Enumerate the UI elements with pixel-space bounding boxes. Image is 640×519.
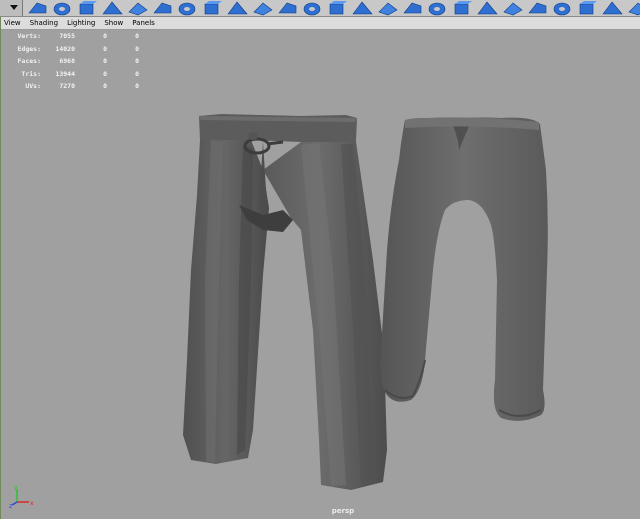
pants-smooth-mesh[interactable] xyxy=(380,117,548,421)
hud-value: 6968 xyxy=(59,57,75,66)
axis-z-label: z xyxy=(9,503,12,508)
hud-value: 0 xyxy=(135,69,139,78)
poly-bridge-icon[interactable] xyxy=(349,0,374,16)
poly-extrude-icon[interactable] xyxy=(324,0,349,16)
poly-cube-icon[interactable] xyxy=(24,0,49,16)
scene-meshes xyxy=(183,114,548,490)
chevron-down-icon xyxy=(10,5,18,10)
hud-value: 0 xyxy=(135,57,139,66)
hud-value: 0 xyxy=(103,44,107,53)
camera-name-label: persp xyxy=(331,507,355,515)
poly-pyramid-icon[interactable] xyxy=(249,0,274,16)
shelf-icon-row xyxy=(24,0,640,16)
hud-row-uvs: UVs: 7270 0 0 xyxy=(11,82,139,95)
poly-mirror-icon[interactable] xyxy=(499,0,524,16)
hud-value: 14020 xyxy=(55,44,75,53)
poly-uv-icon[interactable] xyxy=(624,0,640,16)
shelf-menu-button[interactable] xyxy=(0,0,23,16)
shelf-toolbar xyxy=(0,0,640,17)
axis-y-label: y xyxy=(14,484,18,491)
hud-value: 7055 xyxy=(59,32,75,40)
poly-smooth-icon[interactable] xyxy=(474,0,499,16)
poly-helix-icon[interactable] xyxy=(199,0,224,16)
perspective-viewport[interactable]: Verts: 7055 0 0 Edges: 14020 0 0 Faces: … xyxy=(1,30,640,519)
poly-soccer-icon[interactable] xyxy=(299,0,324,16)
hud-row-faces: Faces: 6968 0 0 xyxy=(11,57,139,70)
hud-label: UVs: xyxy=(25,82,41,91)
poly-sphere-icon[interactable] xyxy=(124,0,149,16)
poly-split-icon[interactable] xyxy=(399,0,424,16)
axis-gizmo: y x z xyxy=(9,484,37,512)
poly-prism-icon[interactable] xyxy=(224,0,249,16)
hud-label: Edges: xyxy=(17,44,41,53)
poly-fill-hole-icon[interactable] xyxy=(574,0,599,16)
poly-torus-icon[interactable] xyxy=(74,0,99,16)
poly-merge-icon[interactable] xyxy=(449,0,474,16)
hud-row-edges: Edges: 14020 0 0 xyxy=(11,45,139,58)
hud-value: 13944 xyxy=(55,69,75,78)
poly-plane-icon[interactable] xyxy=(99,0,124,16)
hud-label: Verts: xyxy=(17,32,41,40)
poly-bevel-icon[interactable] xyxy=(424,0,449,16)
poly-pipe-icon[interactable] xyxy=(174,0,199,16)
poly-wedge-icon[interactable] xyxy=(599,0,624,16)
hud-value: 0 xyxy=(135,32,139,40)
hud-value: 0 xyxy=(103,32,107,40)
hud-value: 0 xyxy=(135,44,139,53)
poly-separate-icon[interactable] xyxy=(549,0,574,16)
hud-row-verts: Verts: 7055 0 0 xyxy=(11,32,139,45)
hud-value: 0 xyxy=(103,69,107,78)
poly-combine-icon[interactable] xyxy=(524,0,549,16)
hud-value: 7270 xyxy=(59,82,75,91)
axis-x-label: x xyxy=(30,500,34,507)
pants-faceted-mesh[interactable] xyxy=(183,114,387,490)
poly-append-icon[interactable] xyxy=(374,0,399,16)
hud-label: Tris: xyxy=(21,69,41,78)
hud-row-tris: Tris: 13944 0 0 xyxy=(11,70,139,83)
hud-value: 0 xyxy=(103,82,107,91)
poly-cylinder-icon[interactable] xyxy=(149,0,174,16)
hud-value: 0 xyxy=(103,57,107,66)
poly-cube-icon[interactable] xyxy=(274,0,299,16)
hud-label: Faces: xyxy=(17,57,41,66)
poly-count-hud: Verts: 7055 0 0 Edges: 14020 0 0 Faces: … xyxy=(11,32,139,95)
hud-value: 0 xyxy=(135,82,139,91)
poly-cone-icon[interactable] xyxy=(49,0,74,16)
